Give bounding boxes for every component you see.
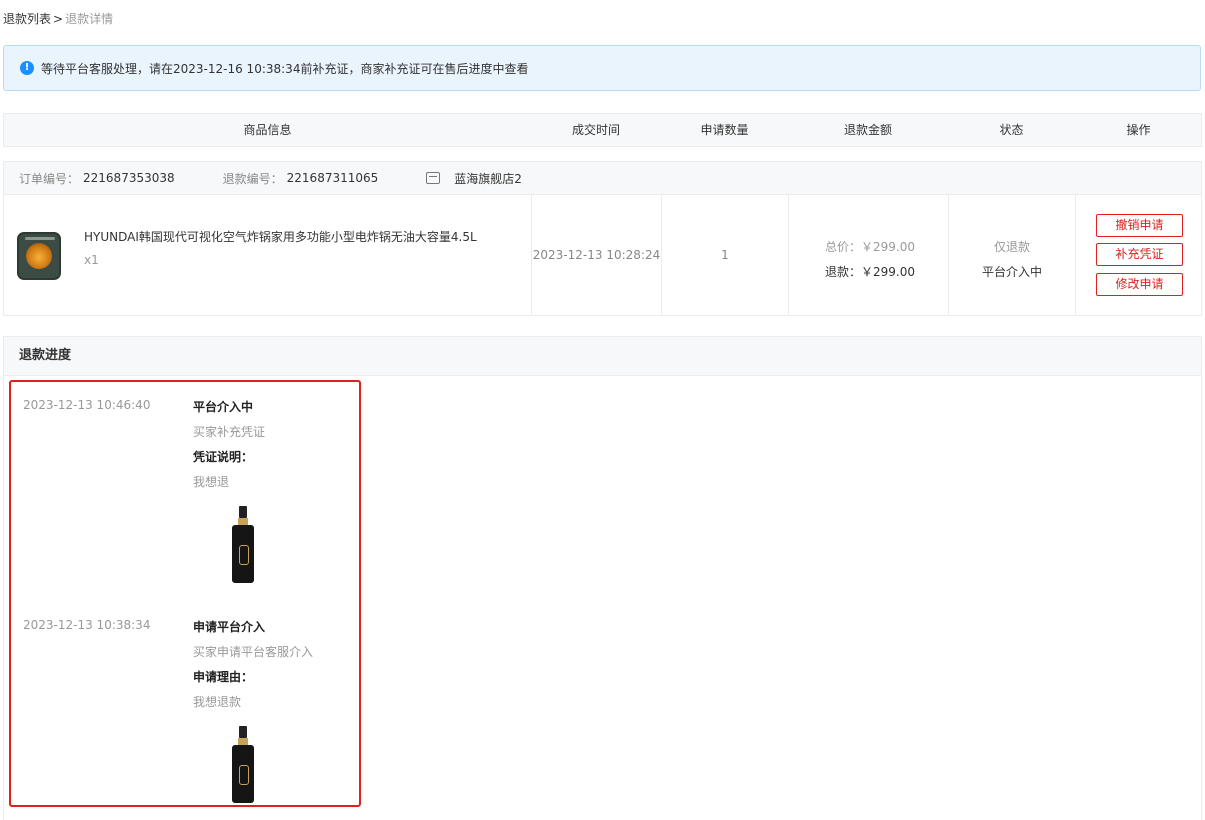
- refund-no-label: 退款编号：: [222, 171, 283, 186]
- order-no-label: 订单编号：: [19, 171, 80, 186]
- deal-time-cell: 2023-12-13 10:28:24: [531, 195, 661, 315]
- event-desc: 买家补充凭证: [193, 425, 266, 439]
- product-cell: HYUNDAI韩国现代可视化空气炸锅家用多功能小型电炸锅无油大容量4.5L x1: [4, 195, 531, 315]
- refund-no: 221687311065: [286, 171, 379, 185]
- deal-time: 2023-12-13 10:28:24: [532, 248, 661, 262]
- actions-cell: 撤销申请 补充凭证 修改申请: [1075, 195, 1201, 315]
- th-apply-qty: 申请数量: [700, 123, 749, 137]
- product-qty: x1: [84, 253, 99, 267]
- evidence-image[interactable]: [230, 726, 256, 804]
- order-no: 221687353038: [83, 171, 175, 185]
- evidence-image[interactable]: [230, 506, 256, 584]
- event-title: 申请平台介入: [193, 620, 266, 634]
- info-icon: !: [20, 61, 34, 75]
- breadcrumb-refund-list-link[interactable]: 退款列表: [3, 12, 51, 26]
- th-deal-time: 成交时间: [571, 123, 620, 137]
- breadcrumb: 退款列表 > 退款详情: [3, 10, 113, 27]
- breadcrumb-current: 退款详情: [65, 12, 114, 26]
- th-actions: 操作: [1126, 123, 1151, 137]
- event-time: 2023-12-13 10:38:34: [23, 618, 151, 632]
- table-header: 商品信息 成交时间 申请数量 退款金额 状态 操作: [3, 113, 1202, 147]
- store-icon: [426, 172, 441, 184]
- supplement-evidence-button[interactable]: 补充凭证: [1096, 243, 1183, 266]
- status-badge: 平台介入中: [981, 265, 1042, 279]
- refund-amount-info: 总价：￥299.00 退款：￥299.00: [825, 235, 915, 285]
- total-label: 总价：: [825, 240, 862, 254]
- progress-title: 退款进度: [4, 337, 1201, 376]
- highlight-box: [9, 380, 361, 807]
- product-name[interactable]: HYUNDAI韩国现代可视化空气炸锅家用多功能小型电炸锅无油大容量4.5L: [84, 228, 477, 245]
- order-card: 订单编号： 221687353038 退款编号： 221687311065 蓝海…: [3, 161, 1202, 316]
- total-value: ￥299.00: [861, 240, 916, 254]
- breadcrumb-separator: >: [53, 12, 64, 26]
- modify-application-button[interactable]: 修改申请: [1096, 273, 1183, 296]
- store-name[interactable]: 蓝海旗舰店2: [454, 170, 522, 187]
- event-desc: 买家申请平台客服介入: [193, 645, 314, 659]
- event-title: 平台介入中: [193, 400, 254, 414]
- refund-amount-cell: 总价：￥299.00 退款：￥299.00: [788, 195, 948, 315]
- refund-value: ￥299.00: [861, 265, 916, 279]
- apply-qty-cell: 1: [661, 195, 788, 315]
- cancel-application-button[interactable]: 撤销申请: [1096, 214, 1183, 237]
- event-sub-label: 凭证说明：: [193, 450, 254, 464]
- event-time: 2023-12-13 10:46:40: [23, 398, 151, 412]
- th-product-info: 商品信息: [243, 123, 292, 137]
- apply-qty: 1: [721, 248, 729, 262]
- product-thumbnail[interactable]: [17, 232, 61, 280]
- order-row: HYUNDAI韩国现代可视化空气炸锅家用多功能小型电炸锅无油大容量4.5L x1…: [4, 195, 1201, 315]
- notice-text: 等待平台客服处理，请在2023-12-16 10:38:34前补充证，商家补充证…: [41, 61, 529, 76]
- th-refund-amount: 退款金额: [843, 123, 892, 137]
- event-note: 我想退: [193, 475, 230, 489]
- th-status: 状态: [999, 123, 1024, 137]
- status-cell: 仅退款 平台介入中: [948, 195, 1075, 315]
- event-note: 我想退款: [193, 695, 242, 709]
- refund-label: 退款：: [825, 265, 862, 279]
- notice-banner: ! 等待平台客服处理，请在2023-12-16 10:38:34前补充证，商家补…: [3, 45, 1201, 91]
- refund-type: 仅退款: [993, 240, 1030, 254]
- order-info-bar: 订单编号： 221687353038 退款编号： 221687311065 蓝海…: [4, 162, 1201, 195]
- event-sub-label: 申请理由：: [193, 670, 254, 684]
